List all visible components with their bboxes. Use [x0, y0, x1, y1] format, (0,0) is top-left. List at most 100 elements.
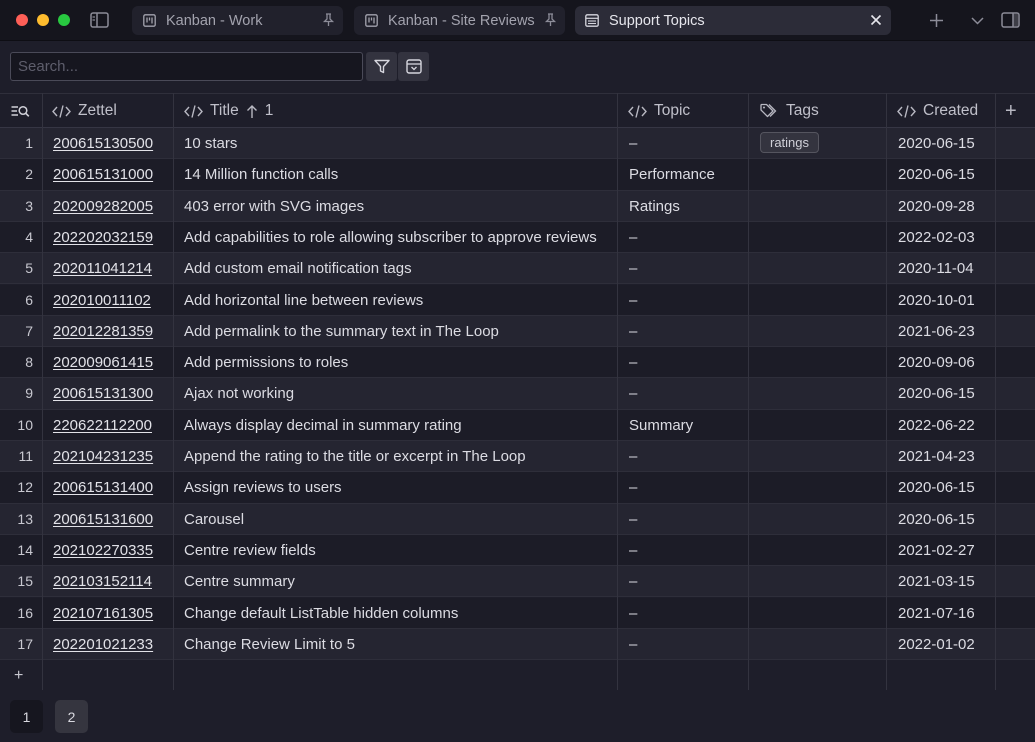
- tags-cell[interactable]: ratings: [760, 128, 820, 159]
- zettel-cell[interactable]: 202010011102: [53, 285, 151, 316]
- zettel-link[interactable]: 200615131600: [53, 511, 153, 528]
- zettel-cell[interactable]: 200615131400: [53, 472, 153, 503]
- zettel-link[interactable]: 202103152114: [53, 573, 152, 590]
- created-cell[interactable]: 2020-06-15: [898, 128, 975, 159]
- topic-cell[interactable]: –: [629, 472, 637, 503]
- topic-cell[interactable]: –: [629, 128, 637, 159]
- add-row-button[interactable]: +: [0, 661, 1035, 690]
- zettel-cell[interactable]: 200615131600: [53, 504, 153, 535]
- zettel-cell[interactable]: 202104231235: [53, 441, 153, 472]
- window-close-button[interactable]: [16, 14, 28, 26]
- zettel-cell[interactable]: 202107161305: [53, 598, 153, 629]
- title-cell[interactable]: Assign reviews to users: [184, 472, 342, 503]
- title-cell[interactable]: Always display decimal in summary rating: [184, 410, 462, 441]
- tab-support-topics[interactable]: Support Topics: [575, 6, 891, 35]
- table-row[interactable]: 13 200615131600 Carousel – 2020-06-15: [0, 503, 1035, 535]
- zettel-link[interactable]: 202009282005: [53, 198, 153, 215]
- table-row[interactable]: 6 202010011102 Add horizontal line between…: [0, 284, 1035, 316]
- created-cell[interactable]: 2020-09-28: [898, 191, 975, 222]
- title-cell[interactable]: Centre review fields: [184, 535, 316, 566]
- zettel-cell[interactable]: 202012281359: [53, 316, 153, 347]
- zettel-cell[interactable]: 200615131000: [53, 159, 153, 190]
- zettel-link[interactable]: 202202032159: [53, 229, 153, 246]
- topic-cell[interactable]: –: [629, 441, 637, 472]
- title-cell[interactable]: 10 stars: [184, 128, 237, 159]
- zettel-cell[interactable]: 202201021233: [53, 629, 153, 660]
- left-sidebar-toggle-icon[interactable]: [89, 11, 109, 29]
- tab-kanban-work[interactable]: Kanban - Work: [132, 6, 343, 35]
- archive-button[interactable]: [398, 52, 429, 81]
- search-input[interactable]: [10, 52, 363, 81]
- zettel-cell[interactable]: 202011041214: [53, 253, 152, 284]
- zettel-link[interactable]: 202107161305: [53, 605, 153, 622]
- topic-cell[interactable]: –: [629, 316, 637, 347]
- created-cell[interactable]: 2022-02-03: [898, 222, 975, 253]
- title-cell[interactable]: Change Review Limit to 5: [184, 629, 355, 660]
- table-row[interactable]: 12 200615131400 Assign reviews to users – 20…: [0, 472, 1035, 504]
- zettel-link[interactable]: 202102270335: [53, 542, 153, 559]
- created-cell[interactable]: 2021-06-23: [898, 316, 975, 347]
- column-header-zettel[interactable]: Zettel: [52, 94, 117, 128]
- created-cell[interactable]: 2021-07-16: [898, 598, 975, 629]
- topic-cell[interactable]: –: [629, 598, 637, 629]
- title-cell[interactable]: Carousel: [184, 504, 244, 535]
- add-column-button[interactable]: +: [1005, 94, 1017, 128]
- table-row[interactable]: 3 202009282005 403 error with SVG images Ra…: [0, 190, 1035, 222]
- new-tab-plus-icon[interactable]: [928, 12, 945, 29]
- created-cell[interactable]: 2021-04-23: [898, 441, 975, 472]
- tab-list-chevron-down-icon[interactable]: [969, 13, 985, 29]
- topic-cell[interactable]: Ratings: [629, 191, 680, 222]
- column-header-topic[interactable]: Topic: [628, 94, 690, 128]
- table-row[interactable]: 15 202103152114 Centre summary – 2021-03-15: [0, 566, 1035, 598]
- zettel-cell[interactable]: 200615131300: [53, 378, 153, 409]
- table-row[interactable]: 9 200615131300 Ajax not working – 2020-06-15: [0, 378, 1035, 410]
- right-sidebar-toggle-icon[interactable]: [1000, 11, 1021, 29]
- zettel-cell[interactable]: 202009061415: [53, 347, 153, 378]
- title-cell[interactable]: Add capabilities to role allowing subscr…: [184, 222, 597, 253]
- topic-cell[interactable]: –: [629, 347, 637, 378]
- table-row[interactable]: 11 202104231235 Append the rating to the t…: [0, 441, 1035, 473]
- zettel-cell[interactable]: 202009282005: [53, 191, 153, 222]
- topic-cell[interactable]: Performance: [629, 159, 715, 190]
- title-cell[interactable]: Append the rating to the title or excerp…: [184, 441, 526, 472]
- topic-cell[interactable]: –: [629, 629, 637, 660]
- zettel-cell[interactable]: 202103152114: [53, 566, 152, 597]
- created-cell[interactable]: 2020-06-15: [898, 378, 975, 409]
- created-cell[interactable]: 2022-01-02: [898, 629, 975, 660]
- zettel-link[interactable]: 202104231235: [53, 448, 153, 465]
- zettel-link[interactable]: 200615131400: [53, 479, 153, 496]
- zettel-link[interactable]: 200615131300: [53, 385, 153, 402]
- table-row[interactable]: 10 220622112200 Always display decimal in …: [0, 409, 1035, 441]
- created-cell[interactable]: 2020-06-15: [898, 504, 975, 535]
- title-cell[interactable]: Add horizontal line between reviews: [184, 285, 423, 316]
- table-row[interactable]: 4 202202032159 Add capabilities to role al…: [0, 221, 1035, 254]
- topic-cell[interactable]: –: [629, 222, 637, 253]
- page-button-1[interactable]: 1: [10, 700, 43, 733]
- topic-cell[interactable]: –: [629, 535, 637, 566]
- table-row[interactable]: 17 202201021233 Change Review Limit to 5 – 2…: [0, 628, 1035, 661]
- zettel-link[interactable]: 202010011102: [53, 292, 151, 309]
- created-cell[interactable]: 2020-06-15: [898, 159, 975, 190]
- title-cell[interactable]: 403 error with SVG images: [184, 191, 364, 222]
- topic-cell[interactable]: –: [629, 285, 637, 316]
- table-row[interactable]: 1 200615130500 10 stars – ratings 2020-06-15: [0, 128, 1035, 160]
- zettel-cell[interactable]: 202102270335: [53, 535, 153, 566]
- created-cell[interactable]: 2021-02-27: [898, 535, 975, 566]
- zettel-cell[interactable]: 220622112200: [53, 410, 152, 441]
- title-cell[interactable]: Add permissions to roles: [184, 347, 348, 378]
- page-button-2[interactable]: 2: [55, 700, 88, 733]
- zettel-link[interactable]: 202201021233: [53, 636, 153, 653]
- created-cell[interactable]: 2021-03-15: [898, 566, 975, 597]
- close-icon[interactable]: [869, 13, 883, 27]
- pin-icon[interactable]: [321, 13, 335, 27]
- tag-pill[interactable]: ratings: [760, 132, 820, 153]
- pin-icon[interactable]: [543, 13, 557, 27]
- zettel-cell[interactable]: 200615130500: [53, 128, 153, 159]
- row-search-icon[interactable]: [11, 94, 31, 128]
- zettel-link[interactable]: 220622112200: [53, 417, 152, 434]
- topic-cell[interactable]: Summary: [629, 410, 693, 441]
- zettel-link[interactable]: 200615131000: [53, 166, 153, 183]
- table-row[interactable]: 14 202102270335 Centre review fields – 2021-…: [0, 534, 1035, 567]
- column-header-title[interactable]: Title 1: [184, 94, 273, 128]
- created-cell[interactable]: 2020-11-04: [898, 253, 974, 284]
